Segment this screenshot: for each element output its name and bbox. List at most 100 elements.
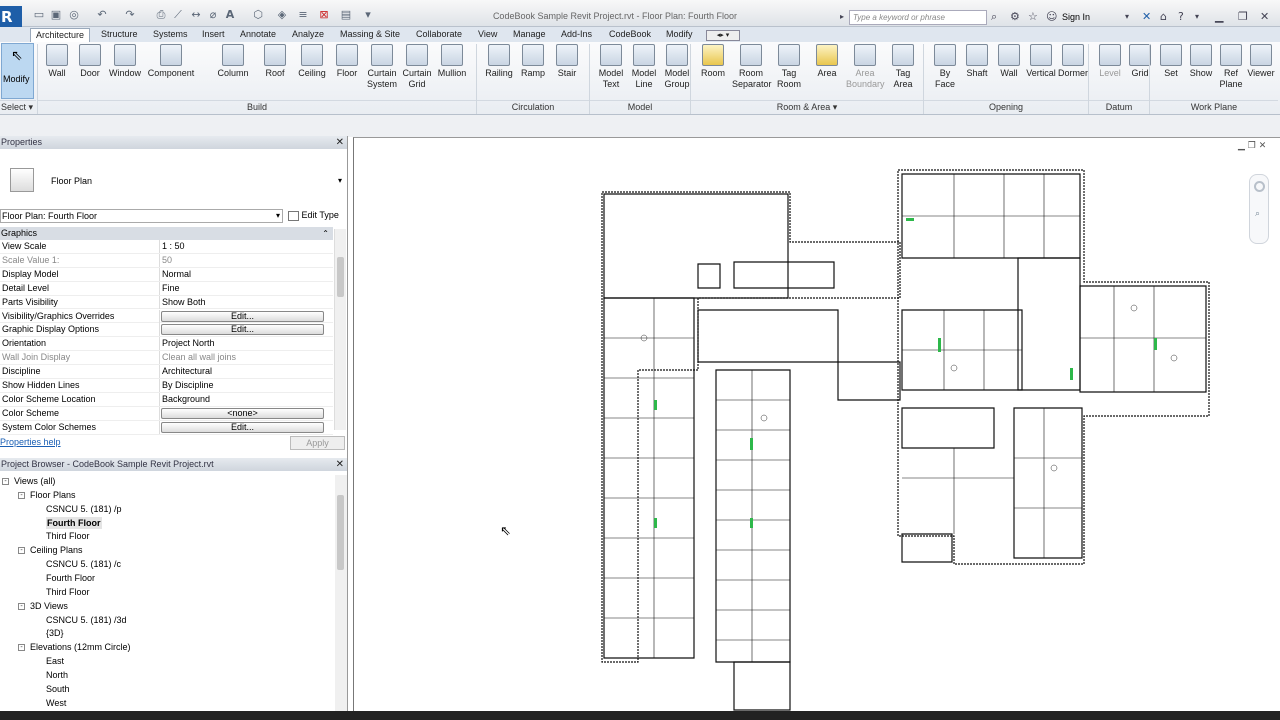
text-icon[interactable]: A	[224, 9, 236, 21]
expand-search-icon[interactable]: ▸	[840, 10, 844, 24]
close-browser-icon[interactable]: ✕	[336, 458, 344, 471]
property-edit-button[interactable]: Edit...	[161, 421, 324, 433]
view-item[interactable]: {3D}	[46, 627, 64, 639]
application-menu-button[interactable]: R	[0, 6, 22, 28]
tag-icon[interactable]: ⌀	[207, 9, 219, 21]
ramp-button[interactable]: Ramp	[514, 44, 552, 79]
close-properties-icon[interactable]: ✕	[336, 136, 344, 149]
property-edit-button[interactable]: Edit...	[161, 324, 324, 336]
undo-icon[interactable]: ↶	[96, 9, 108, 21]
help-dropdown-icon[interactable]: ▾	[1195, 10, 1199, 24]
view-category[interactable]: Views (all)	[14, 475, 55, 487]
door-button[interactable]: Door	[71, 44, 109, 79]
view-category[interactable]: 3D Views	[30, 600, 68, 612]
tag-room-button[interactable]: Tag Room	[770, 44, 808, 90]
3d-view-icon[interactable]: ⬡	[252, 9, 264, 21]
view-item[interactable]: CSNCU 5. (181) /3d	[46, 614, 127, 626]
tab-modify[interactable]: Modify	[666, 28, 693, 42]
tree-collapse-toggle[interactable]: -	[18, 602, 25, 610]
tab-structure[interactable]: Structure	[101, 28, 138, 42]
roof-button[interactable]: Roof	[256, 44, 294, 79]
tab-architecture[interactable]: Architecture	[30, 28, 90, 42]
scrollbar-thumb[interactable]	[337, 495, 344, 570]
tree-collapse-toggle[interactable]: -	[18, 491, 25, 499]
save-icon[interactable]: ▣	[50, 9, 62, 21]
property-value[interactable]: Show Both	[162, 296, 206, 309]
room-separator-button[interactable]: Room Separator	[732, 44, 772, 90]
floor-button[interactable]: Floor	[328, 44, 366, 79]
view-item[interactable]: Fourth Floor	[46, 572, 95, 584]
property-value[interactable]: Project North	[162, 337, 215, 350]
view-category[interactable]: Elevations (12mm Circle)	[30, 641, 131, 653]
window-button[interactable]: Window	[106, 44, 144, 79]
ceiling-button[interactable]: Ceiling	[293, 44, 331, 79]
sync-icon[interactable]: ◎	[68, 9, 80, 21]
tree-collapse-toggle[interactable]: -	[2, 478, 9, 485]
tab-manage[interactable]: Manage	[513, 28, 546, 42]
area-boundary-button[interactable]: Area Boundary	[846, 44, 885, 90]
mullion-button[interactable]: Mullion	[433, 44, 471, 79]
view-item[interactable]: CSNCU 5. (181) /p	[46, 503, 122, 515]
view-category[interactable]: Floor Plans	[30, 489, 76, 501]
steering-wheel-icon[interactable]	[1254, 181, 1265, 192]
switch-windows-icon[interactable]: ▤	[340, 9, 352, 21]
property-value[interactable]: Background	[162, 393, 210, 406]
search-input[interactable]: Type a keyword or phrase	[849, 10, 987, 25]
dormer-button[interactable]: Dormer	[1054, 44, 1092, 79]
view-item[interactable]: North	[46, 669, 68, 681]
scrollbar-thumb[interactable]	[337, 257, 344, 297]
graphics-section-header[interactable]: Graphics ⌃	[0, 227, 333, 240]
properties-help-link[interactable]: Properties help	[0, 437, 61, 447]
view-item[interactable]: Third Floor	[46, 586, 90, 598]
room-button[interactable]: Room	[694, 44, 732, 79]
view-category[interactable]: Ceiling Plans	[30, 544, 83, 556]
apply-button[interactable]: Apply	[290, 436, 345, 450]
tab-collaborate[interactable]: Collaborate	[416, 28, 462, 42]
favorites-star-icon[interactable]: ☆	[1028, 10, 1038, 24]
tab-insert[interactable]: Insert	[202, 28, 225, 42]
browser-scrollbar[interactable]	[335, 475, 347, 720]
tab-view[interactable]: View	[478, 28, 497, 42]
sign-in-button[interactable]: Sign In	[1062, 12, 1090, 22]
measure-icon[interactable]: ⟋	[172, 9, 184, 21]
tab-add-ins[interactable]: Add-Ins	[561, 28, 592, 42]
redo-icon[interactable]: ↷	[124, 9, 136, 21]
tree-collapse-toggle[interactable]: -	[18, 547, 25, 555]
view-item[interactable]: West	[46, 697, 66, 709]
minimize-window-icon[interactable]: ▁	[1215, 10, 1223, 24]
sign-in-dropdown-icon[interactable]: ▾	[1125, 10, 1129, 24]
tree-collapse-toggle[interactable]: -	[18, 644, 25, 652]
property-value[interactable]: Normal	[162, 268, 191, 281]
property-value[interactable]: 1 : 50	[162, 240, 185, 253]
view-window-controls-icon[interactable]: ▁ ❐ ✕	[1238, 141, 1266, 151]
tab-annotate[interactable]: Annotate	[240, 28, 276, 42]
zoom-icon[interactable]: ⌕	[1255, 209, 1260, 219]
drawing-canvas[interactable]: ▁ ❐ ✕ ⌕ ⇖	[353, 137, 1280, 711]
open-icon[interactable]: ▭	[33, 9, 45, 21]
group-room-area-label[interactable]: Room & Area ▾	[691, 100, 923, 114]
collapse-section-icon[interactable]: ⌃	[322, 227, 329, 240]
a360-icon[interactable]: ⌂	[1160, 10, 1167, 24]
restore-window-icon[interactable]: ❐	[1238, 10, 1248, 24]
tab-codebook[interactable]: CodeBook	[609, 28, 651, 42]
property-value[interactable]: By Discipline	[162, 379, 214, 392]
tab-systems[interactable]: Systems	[153, 28, 188, 42]
area-button[interactable]: Area	[808, 44, 846, 79]
binoculars-icon[interactable]: ⌕	[991, 10, 997, 24]
column-button[interactable]: Column	[214, 44, 252, 79]
type-selector-dropdown-icon[interactable]: ▾	[338, 176, 342, 185]
viewer-button[interactable]: Viewer	[1242, 44, 1280, 79]
railing-button[interactable]: Railing	[480, 44, 518, 79]
user-icon[interactable]: ☺	[1046, 10, 1057, 24]
view-item[interactable]: East	[46, 655, 64, 667]
property-edit-button[interactable]: <none>	[161, 407, 324, 419]
properties-scrollbar[interactable]	[334, 229, 346, 430]
thin-lines-icon[interactable]: ≡	[297, 9, 309, 21]
subscription-icon[interactable]: ⚙	[1010, 10, 1020, 24]
tag-area-button[interactable]: Tag Area	[884, 44, 922, 90]
print-icon[interactable]: ⎙	[155, 9, 167, 21]
component-button[interactable]: Component	[143, 44, 199, 79]
view-item[interactable]: CSNCU 5. (181) /c	[46, 558, 121, 570]
curtain-system-button[interactable]: Curtain System	[363, 44, 401, 90]
customize-qat-icon[interactable]: ▾	[362, 9, 374, 21]
